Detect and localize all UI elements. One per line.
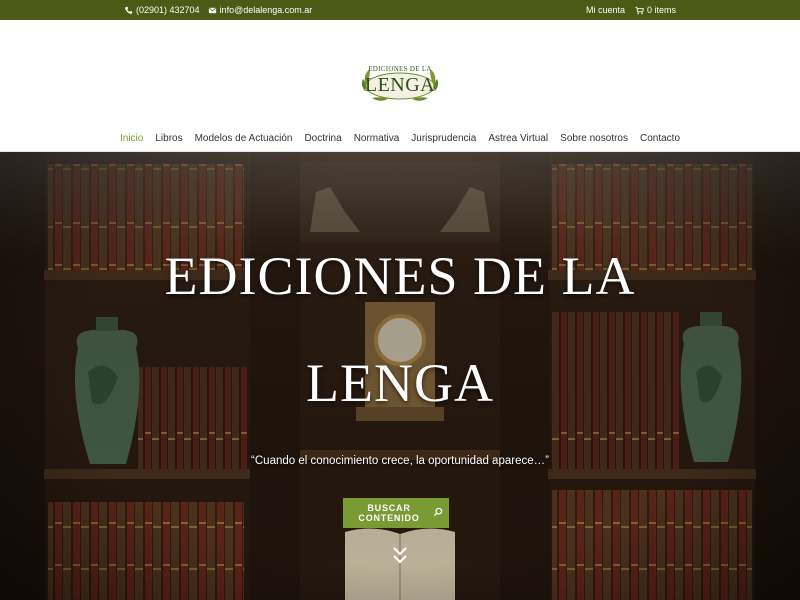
phone-text: (02901) 432704 bbox=[136, 5, 200, 15]
nav-item-normativa[interactable]: Normativa bbox=[354, 133, 400, 144]
cart-link[interactable]: 0 items bbox=[635, 5, 676, 15]
site-logo[interactable]: EDICIONES DE LA LENGA bbox=[360, 61, 440, 107]
cart-count: 0 items bbox=[646, 5, 676, 15]
cart-icon bbox=[635, 6, 644, 15]
nav-item-astrea-virtual[interactable]: Astrea Virtual bbox=[488, 133, 548, 144]
nav-item-inicio[interactable]: Inicio bbox=[120, 133, 143, 144]
main-nav: Inicio Libros Modelos de Actuación Doctr… bbox=[0, 133, 800, 144]
site-header: EDICIONES DE LA LENGA Inicio Libros Mode… bbox=[0, 20, 800, 152]
hero-quote: “Cuando el conocimiento crece, la oportu… bbox=[251, 455, 549, 467]
nav-item-libros[interactable]: Libros bbox=[155, 133, 182, 144]
nav-item-sobre-nosotros[interactable]: Sobre nosotros bbox=[560, 133, 628, 144]
search-content-label: BUSCAR CONTENIDO bbox=[358, 503, 420, 523]
nav-item-contacto[interactable]: Contacto bbox=[640, 133, 680, 144]
search-content-button[interactable]: BUSCAR CONTENIDO bbox=[343, 498, 449, 528]
email-text: info@delalenga.com.ar bbox=[219, 5, 313, 15]
nav-item-jurisprudencia[interactable]: Jurisprudencia bbox=[411, 133, 476, 144]
nav-item-doctrina[interactable]: Doctrina bbox=[304, 133, 341, 144]
email-link[interactable]: info@delalenga.com.ar bbox=[208, 5, 313, 15]
logo-line-2: LENGA bbox=[364, 74, 436, 96]
envelope-icon bbox=[208, 6, 217, 15]
hero-title-line-1: EDICIONES DE LA bbox=[164, 246, 636, 306]
double-chevron-down-icon[interactable] bbox=[391, 545, 409, 567]
hero-title-line-2: LENGA bbox=[306, 353, 494, 413]
contact-info: (02901) 432704 info@delalenga.com.ar bbox=[124, 0, 312, 20]
my-account-link[interactable]: Mi cuenta bbox=[586, 5, 625, 15]
account-area: Mi cuenta 0 items bbox=[586, 0, 676, 20]
phone-link[interactable]: (02901) 432704 bbox=[124, 5, 200, 15]
nav-item-modelos-de-actuacion[interactable]: Modelos de Actuación bbox=[195, 133, 293, 144]
top-bar: (02901) 432704 info@delalenga.com.ar Mi … bbox=[0, 0, 800, 20]
hero-section: EDICIONES DE LA LENGA “Cuando el conocim… bbox=[0, 152, 800, 600]
logo-line-1: EDICIONES DE LA bbox=[368, 65, 432, 73]
phone-icon bbox=[124, 6, 133, 15]
search-icon bbox=[433, 507, 443, 519]
